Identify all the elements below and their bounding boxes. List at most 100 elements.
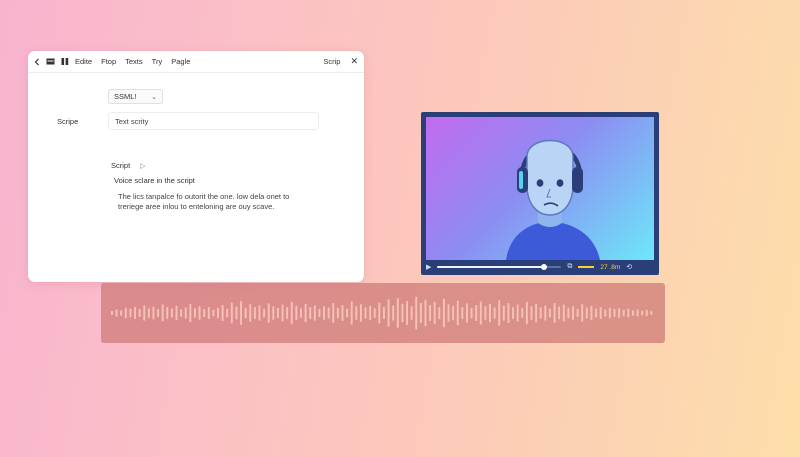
captions-icon[interactable]: ⧉ (567, 263, 572, 271)
pause-button[interactable] (61, 58, 69, 65)
waveform-bar (539, 307, 542, 319)
ssml-select-value: SSML! (114, 92, 137, 101)
player-controls: ▶ ⧉ 27 .8m ⟲ (426, 261, 654, 273)
waveform-bar (507, 303, 510, 323)
waveform-bar (424, 299, 427, 327)
waveform-bar (572, 306, 574, 320)
waveform-bar (521, 308, 524, 318)
script-body-text[interactable]: The lics tanpalce fo outorit the one. lo… (118, 192, 338, 212)
waveform-bar (175, 305, 178, 321)
waveform-bar (645, 309, 648, 317)
waveform-bar (341, 305, 344, 321)
waveform-bar (631, 310, 634, 316)
script-text-input[interactable]: Text scrity (108, 112, 319, 130)
panel-icon (46, 58, 55, 65)
waveform-bar (498, 300, 501, 326)
seek-handle[interactable] (541, 264, 548, 270)
chevron-down-icon: ⌄ (151, 93, 157, 101)
script-field-label: Scripe (57, 117, 79, 126)
waveform-bar (650, 311, 653, 315)
waveform-bars (111, 296, 653, 330)
waveform-bar (189, 303, 192, 323)
waveform-bar (590, 305, 593, 321)
waveform-bar (180, 309, 183, 317)
loop-icon[interactable]: ⟲ (626, 263, 632, 271)
waveform-bar (364, 307, 367, 319)
waveform-bar (369, 305, 372, 321)
video-player[interactable]: ▶ ⧉ 27 .8m ⟲ (421, 112, 659, 275)
waveform-bar (304, 303, 307, 323)
waveform-bar (544, 305, 547, 321)
chevron-left-icon (34, 58, 39, 65)
waveform-bar (530, 306, 533, 320)
waveform-bar (502, 305, 505, 321)
waveform-bar (157, 309, 160, 317)
waveform-bar (452, 305, 455, 321)
waveform-bar (553, 303, 556, 323)
menu-page[interactable]: Pagle (171, 57, 190, 66)
waveform-bar (581, 304, 584, 322)
waveform-bar (484, 306, 487, 320)
waveform-bar (493, 307, 496, 319)
pause-icon (61, 58, 69, 65)
ssml-select[interactable]: SSML! ⌄ (108, 89, 163, 104)
waveform-bar (129, 308, 132, 318)
waveform-bar (415, 296, 418, 330)
play-icon[interactable]: ▷ (140, 162, 145, 170)
waveform-bar (562, 304, 565, 322)
avatar-illustration (506, 139, 600, 260)
waveform-bar (152, 306, 155, 320)
menu-edit[interactable]: Edite (75, 57, 92, 66)
waveform-bar (429, 305, 432, 321)
waveform-bar (636, 309, 639, 317)
menu-stop[interactable]: Ftop (101, 57, 116, 66)
waveform-bar (281, 304, 284, 322)
waveform-bar (525, 301, 528, 325)
back-button[interactable] (34, 58, 40, 66)
waveform-bar (212, 309, 215, 317)
waveform-bar (516, 304, 519, 322)
waveform-bar (599, 307, 602, 319)
waveform-bar (373, 308, 376, 318)
audio-waveform[interactable] (101, 283, 665, 343)
waveform-bar (184, 307, 187, 319)
script-editor-panel: Edite Ftop Texts Try Pagle Scrip ✕ SSML!… (28, 51, 364, 282)
waveform-bar (143, 305, 146, 321)
waveform-bar (535, 303, 538, 323)
script-section-header: Script ▷ (111, 161, 146, 170)
play-icon[interactable]: ▶ (426, 263, 431, 271)
waveform-bar (576, 309, 579, 317)
waveform-bar (249, 304, 252, 322)
waveform-bar (115, 309, 118, 317)
waveform-bar (622, 309, 625, 317)
waveform-bar (240, 301, 243, 325)
waveform-bar (461, 307, 464, 319)
waveform-bar (396, 298, 399, 328)
waveform-bar (558, 306, 561, 320)
waveform-bar (258, 305, 261, 321)
waveform-bar (641, 310, 644, 316)
waveform-bar (134, 307, 136, 319)
menu-try[interactable]: Try (152, 57, 163, 66)
waveform-bar (378, 302, 381, 324)
waveform-bar (438, 307, 441, 319)
toggle-panel-button[interactable] (46, 58, 55, 65)
close-button[interactable]: ✕ (350, 56, 358, 67)
waveform-bar (359, 304, 362, 322)
waveform-bar (355, 306, 358, 320)
waveform-bar (387, 299, 390, 327)
waveform-bar (346, 308, 349, 318)
script-body-line: treriege aree inlou to enteloning are ou… (118, 202, 275, 211)
volume-slider[interactable] (578, 266, 595, 268)
seek-progress (437, 266, 545, 268)
time-display: 27 .8m (600, 263, 621, 271)
waveform-bar (392, 305, 395, 321)
seek-bar[interactable] (437, 264, 562, 270)
waveform-bar (336, 307, 339, 319)
menu-texts[interactable]: Texts (125, 57, 143, 66)
waveform-bar (203, 309, 206, 317)
waveform-bar (300, 308, 302, 318)
waveform-bar (120, 310, 123, 316)
waveform-bar (161, 304, 164, 322)
toolbar-title: Scrip (323, 57, 341, 66)
